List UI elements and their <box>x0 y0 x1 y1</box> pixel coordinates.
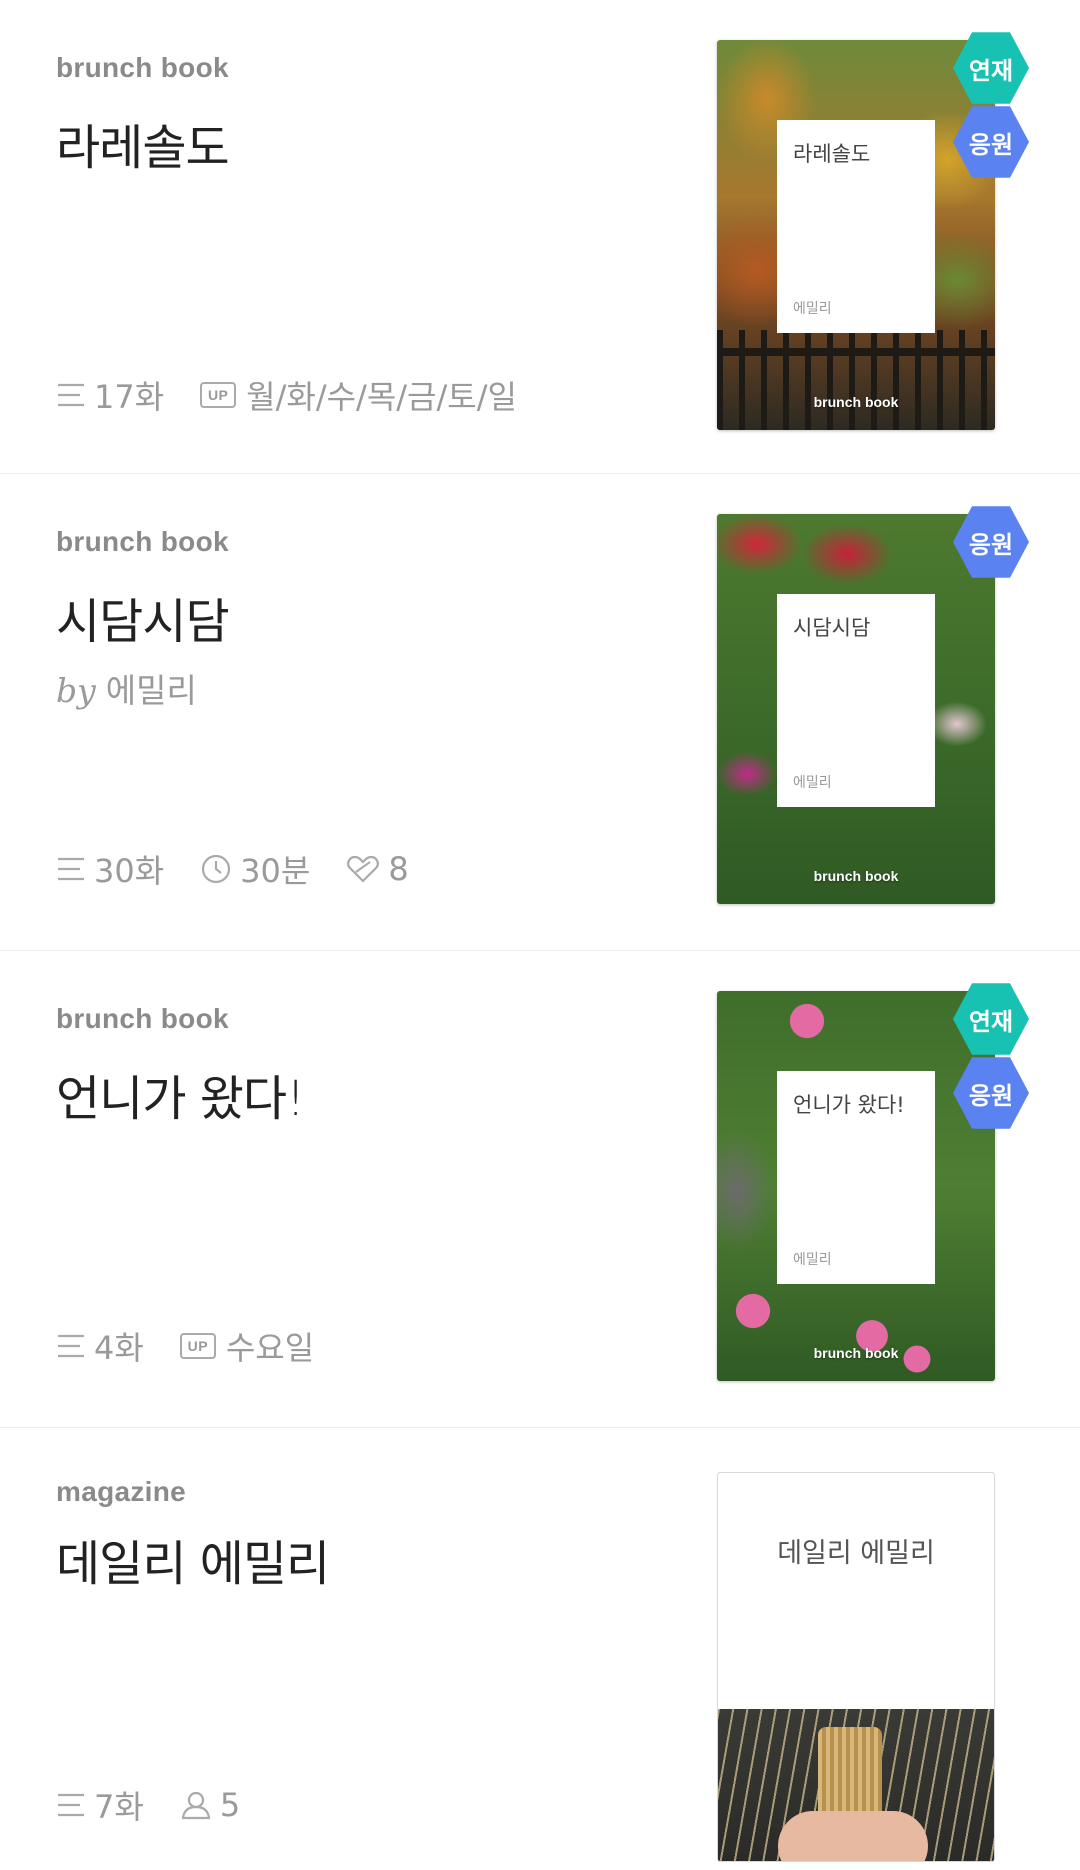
item-kind-label: magazine <box>56 1476 186 1507</box>
cover-title: 시담시담 <box>793 616 871 640</box>
book-cover[interactable]: 라레솔도 에밀리 brunch book <box>717 40 995 430</box>
schedule-text: 수요일 <box>225 1329 315 1367</box>
episode-count: 30화 <box>56 846 164 892</box>
item-meta: 7화 5 <box>56 1782 276 1828</box>
up-icon: UP <box>200 382 237 408</box>
cover-title: 데일리 에밀리 <box>777 1538 935 1569</box>
list-item[interactable]: brunch book 시담시담 by 에밀리 30화 30분 8 시담시담 에밀… <box>0 474 1080 951</box>
item-kind-label: brunch book <box>56 526 229 557</box>
heart-icon <box>347 855 380 883</box>
item-kind-label: brunch book <box>56 1003 229 1034</box>
list-icon <box>58 383 84 407</box>
cover-title: 라레솔도 <box>793 142 871 166</box>
episode-count: 4화 <box>56 1323 144 1369</box>
person-icon <box>181 1791 211 1820</box>
subscribers: 5 <box>180 1786 240 1824</box>
cover-brand: brunch book <box>813 868 899 884</box>
item-title[interactable]: 라레솔도 <box>56 108 230 178</box>
episode-count: 7화 <box>56 1782 144 1828</box>
likes-text: 8 <box>388 850 409 888</box>
item-title[interactable]: 데일리 에밀리 <box>56 1524 330 1594</box>
schedule: UP 월/화/수/목/금/토/일 <box>200 372 517 418</box>
item-meta: 4화 UP 수요일 <box>56 1323 350 1369</box>
cover-brand: brunch book <box>813 1345 899 1361</box>
cover-card: 시담시담 에밀리 <box>777 594 935 807</box>
book-cover[interactable]: 시담시담 에밀리 brunch book <box>717 514 995 904</box>
cover-photo-fence <box>717 330 995 430</box>
author-name[interactable]: 에밀리 <box>106 671 197 710</box>
episode-count-text: 4화 <box>94 1329 144 1367</box>
clock-icon <box>202 854 231 884</box>
cover-author: 에밀리 <box>793 301 832 317</box>
magazine-cover[interactable]: 데일리 에밀리 <box>717 1472 995 1862</box>
schedule-text: 월/화/수/목/금/토/일 <box>246 378 517 416</box>
item-byline: by 에밀리 <box>56 664 197 712</box>
cover-photo <box>718 1709 994 1861</box>
item-title[interactable]: 언니가 왔다! <box>56 1059 305 1129</box>
item-kind-label: brunch book <box>56 52 229 83</box>
subscribers-text: 5 <box>219 1786 241 1824</box>
list-item[interactable]: brunch book 언니가 왔다! 4화 UP 수요일 언니가 왔다! 에밀… <box>0 951 1080 1428</box>
cover-card: 언니가 왔다! 에밀리 <box>777 1071 935 1284</box>
episode-count-text: 7화 <box>94 1788 144 1826</box>
list-icon <box>58 1334 84 1358</box>
list-item[interactable]: brunch book 라레솔도 17화 UP 월/화/수/목/금/토/일 라레… <box>0 0 1080 474</box>
cover-brand: brunch book <box>813 394 899 410</box>
episode-count-text: 30화 <box>94 852 165 890</box>
by-prefix: by <box>56 671 96 710</box>
book-cover[interactable]: 언니가 왔다! 에밀리 brunch book <box>717 991 995 1381</box>
likes: 8 <box>346 850 409 888</box>
up-icon: UP <box>179 1333 216 1359</box>
cover-author: 에밀리 <box>793 775 832 791</box>
list-icon <box>58 857 84 881</box>
hand-image <box>778 1811 928 1861</box>
list-item[interactable]: magazine 데일리 에밀리 7화 5 데일리 에밀리 <box>0 1428 1080 1870</box>
item-meta: 30화 30분 8 <box>56 846 445 892</box>
cover-title: 언니가 왔다! <box>793 1093 905 1117</box>
episode-count: 17화 <box>56 372 164 418</box>
episode-count-text: 17화 <box>94 378 165 416</box>
item-meta: 17화 UP 월/화/수/목/금/토/일 <box>56 372 553 418</box>
list-icon <box>58 1793 84 1817</box>
cover-card: 라레솔도 에밀리 <box>777 120 935 333</box>
item-title[interactable]: 시담시담 <box>56 582 230 652</box>
read-time: 30분 <box>200 846 310 892</box>
schedule: UP 수요일 <box>179 1323 315 1369</box>
read-time-text: 30분 <box>240 852 311 890</box>
cover-author: 에밀리 <box>793 1252 832 1268</box>
